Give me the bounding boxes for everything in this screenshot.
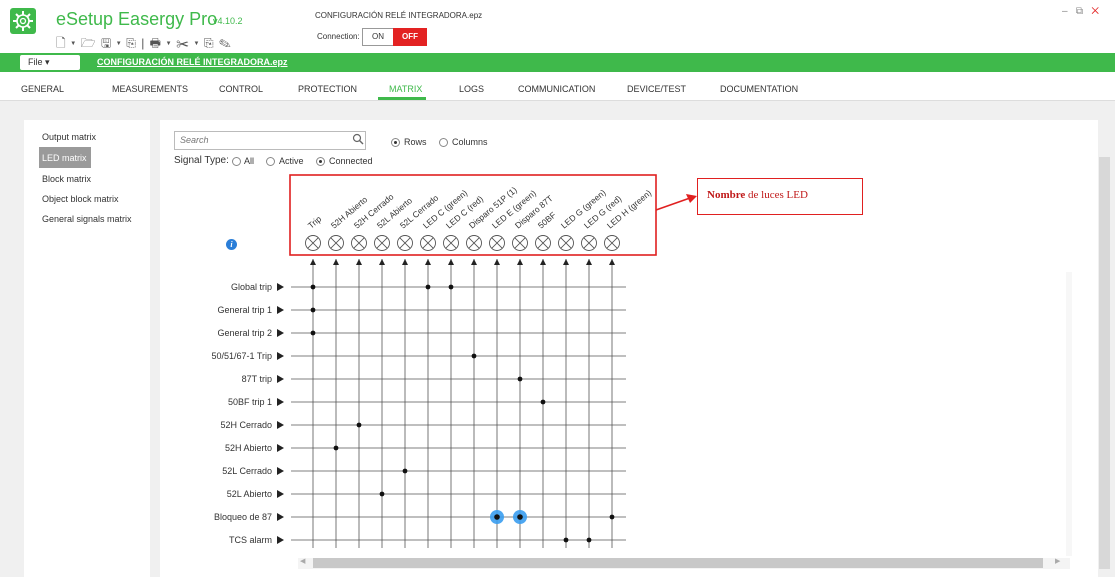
row-arrow-icon bbox=[277, 375, 284, 383]
column-arrow-icon bbox=[471, 259, 477, 265]
signal-row-label[interactable]: TCS alarm bbox=[229, 535, 272, 545]
connection-dot bbox=[402, 468, 408, 474]
row-arrow-icon bbox=[277, 329, 284, 337]
column-arrow-icon bbox=[517, 259, 523, 265]
column-arrow-icon bbox=[379, 259, 385, 265]
column-arrow-icon bbox=[563, 259, 569, 265]
led-column-label[interactable]: Trip bbox=[306, 213, 324, 230]
column-arrow-icon bbox=[609, 259, 615, 265]
row-arrow-icon bbox=[277, 536, 284, 544]
connection-dot bbox=[471, 353, 477, 359]
row-arrow-icon bbox=[277, 398, 284, 406]
connection-dot bbox=[310, 307, 316, 313]
matrix-vertical-scrollbar[interactable] bbox=[1066, 272, 1072, 556]
row-arrow-icon bbox=[277, 421, 284, 429]
column-arrow-icon bbox=[310, 259, 316, 265]
column-arrow-icon bbox=[356, 259, 362, 265]
connection-dot bbox=[494, 514, 500, 520]
connection-dot bbox=[609, 514, 615, 520]
connection-dot bbox=[517, 514, 523, 520]
column-arrow-icon bbox=[448, 259, 454, 265]
column-arrow-icon bbox=[586, 259, 592, 265]
signal-row-label[interactable]: 52H Cerrado bbox=[220, 420, 272, 430]
signal-row-label[interactable]: Bloqueo de 87 bbox=[214, 512, 272, 522]
connection-dot bbox=[563, 537, 569, 543]
row-arrow-icon bbox=[277, 444, 284, 452]
connection-dot bbox=[379, 491, 385, 497]
column-arrow-icon bbox=[333, 259, 339, 265]
annotation-rest: de luces LED bbox=[745, 189, 808, 201]
horizontal-scrollbar-thumb[interactable] bbox=[313, 558, 1043, 568]
connection-dot bbox=[517, 376, 523, 382]
signal-row-label[interactable]: 52L Cerrado bbox=[222, 466, 272, 476]
signal-row-label[interactable]: Global trip bbox=[231, 282, 272, 292]
connection-dot bbox=[425, 284, 431, 290]
column-arrow-icon bbox=[425, 259, 431, 265]
annotation-bold: Nombre bbox=[707, 189, 746, 201]
signal-row-label[interactable]: 50/51/67-1 Trip bbox=[211, 351, 272, 361]
column-arrow-icon bbox=[540, 259, 546, 265]
connection-dot bbox=[586, 537, 592, 543]
annotation-arrow bbox=[655, 197, 691, 211]
panel-vertical-scrollbar[interactable] bbox=[1099, 157, 1110, 569]
signal-row-label[interactable]: 52L Abierto bbox=[227, 489, 272, 499]
row-arrow-icon bbox=[277, 306, 284, 314]
row-arrow-icon bbox=[277, 467, 284, 475]
signal-row-label[interactable]: 87T trip bbox=[242, 374, 272, 384]
row-arrow-icon bbox=[277, 283, 284, 291]
connection-dot bbox=[333, 445, 339, 451]
connection-dot bbox=[310, 284, 316, 290]
scroll-right-icon[interactable]: ▶ bbox=[1055, 557, 1060, 565]
signal-row-label[interactable]: General trip 2 bbox=[217, 328, 272, 338]
column-arrow-icon bbox=[494, 259, 500, 265]
signal-row-label[interactable]: General trip 1 bbox=[217, 305, 272, 315]
connection-dot bbox=[540, 399, 546, 405]
row-arrow-icon bbox=[277, 490, 284, 498]
scroll-left-icon[interactable]: ◀ bbox=[300, 557, 305, 565]
signal-row-label[interactable]: 52H Abierto bbox=[225, 443, 272, 453]
led-matrix-grid: Trip 52H Abierto 52H Cerrado 52L Abierto 52L… bbox=[211, 174, 697, 548]
row-arrow-icon bbox=[277, 352, 284, 360]
connection-dot bbox=[310, 330, 316, 336]
column-arrow-icon bbox=[402, 259, 408, 265]
signal-row-label[interactable]: 50BF trip 1 bbox=[228, 397, 272, 407]
connection-dot bbox=[448, 284, 454, 290]
connection-dot bbox=[356, 422, 362, 428]
annotation-text: Nombre de luces LED bbox=[707, 189, 808, 201]
row-arrow-icon bbox=[277, 513, 284, 521]
